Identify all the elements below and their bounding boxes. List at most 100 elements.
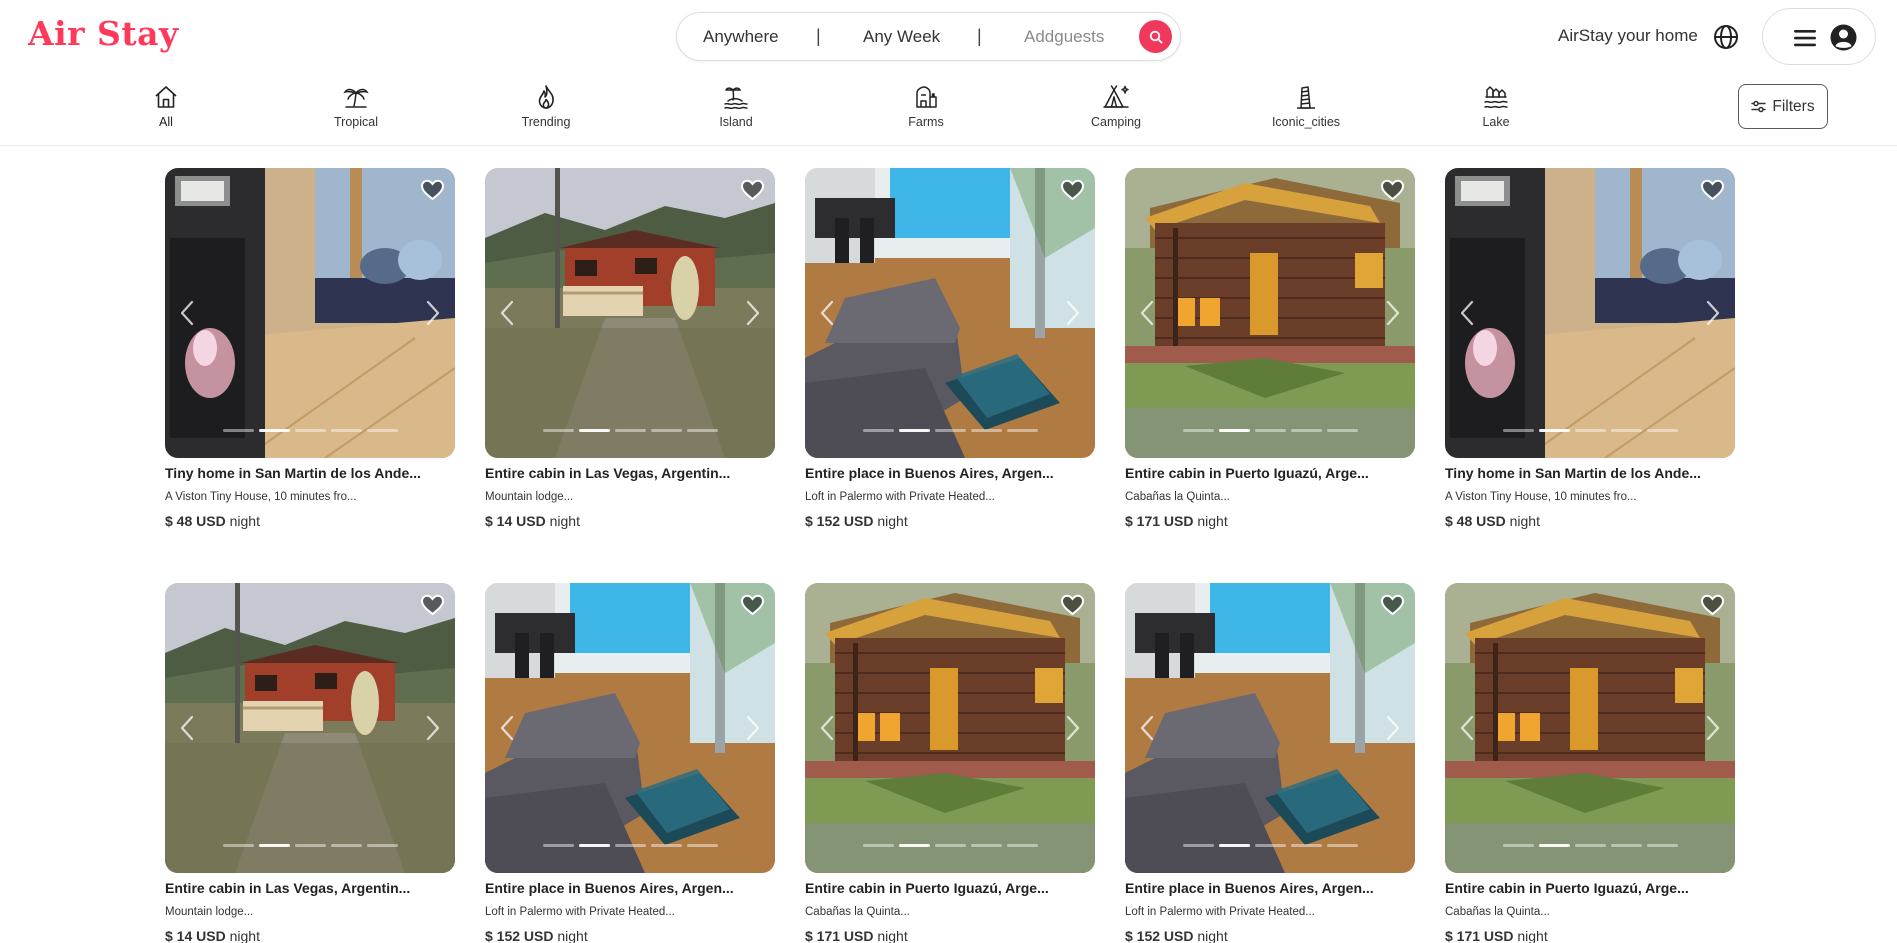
carousel-dot[interactable] <box>1646 844 1678 847</box>
carousel-dot[interactable] <box>258 429 290 432</box>
chevron-right-icon[interactable] <box>743 299 763 327</box>
carousel-dot[interactable] <box>330 844 362 847</box>
carousel-dot[interactable] <box>1538 844 1570 847</box>
heart-icon[interactable] <box>1380 593 1405 617</box>
category-camping[interactable]: Camping <box>1061 84 1171 129</box>
listing-photo[interactable] <box>485 583 775 873</box>
category-tropical[interactable]: Tropical <box>301 84 411 129</box>
listing-card[interactable]: Entire cabin in Puerto Iguazú, Arge... C… <box>1125 168 1415 529</box>
search-button[interactable] <box>1139 20 1172 53</box>
listing-card[interactable]: Entire cabin in Las Vegas, Argentin... M… <box>165 583 455 943</box>
carousel-dot[interactable] <box>650 844 682 847</box>
airstay-logo[interactable]: Air Stay <box>28 14 179 53</box>
carousel-dot[interactable] <box>222 429 254 432</box>
listing-title[interactable]: Entire cabin in Puerto Iguazú, Arge... <box>1125 465 1415 481</box>
chevron-left-icon[interactable] <box>497 299 517 327</box>
listing-photo[interactable] <box>1125 168 1415 458</box>
carousel-dot[interactable] <box>1254 429 1286 432</box>
chevron-left-icon[interactable] <box>1137 714 1157 742</box>
carousel-dot[interactable] <box>898 844 930 847</box>
carousel-dot[interactable] <box>1182 844 1214 847</box>
search-when[interactable]: Any Week <box>863 27 940 47</box>
chevron-right-icon[interactable] <box>1703 714 1723 742</box>
listing-photo[interactable] <box>1125 583 1415 873</box>
carousel-dot[interactable] <box>542 844 574 847</box>
carousel-dot[interactable] <box>934 844 966 847</box>
heart-icon[interactable] <box>1700 178 1725 202</box>
carousel-dot[interactable] <box>366 429 398 432</box>
carousel-dot[interactable] <box>650 429 682 432</box>
carousel-dot[interactable] <box>970 844 1002 847</box>
carousel-dot[interactable] <box>1610 429 1642 432</box>
carousel-dot[interactable] <box>1646 429 1678 432</box>
search-bar[interactable]: Anywhere | Any Week | Addguests <box>676 12 1181 61</box>
user-menu-button[interactable] <box>1762 8 1876 65</box>
listing-card[interactable]: Entire cabin in Puerto Iguazú, Arge... C… <box>1445 583 1735 943</box>
listing-card[interactable]: Entire place in Buenos Aires, Argen... L… <box>805 168 1095 529</box>
search-where[interactable]: Anywhere <box>703 27 779 47</box>
listing-title[interactable]: Tiny home in San Martin de los Ande... <box>165 465 455 481</box>
carousel-dot[interactable] <box>258 844 290 847</box>
carousel-dot[interactable] <box>862 844 894 847</box>
globe-icon[interactable] <box>1713 24 1739 50</box>
carousel-dot[interactable] <box>294 844 326 847</box>
heart-icon[interactable] <box>1700 593 1725 617</box>
chevron-right-icon[interactable] <box>1063 714 1083 742</box>
chevron-right-icon[interactable] <box>1703 299 1723 327</box>
carousel-dot[interactable] <box>1574 429 1606 432</box>
carousel-dot[interactable] <box>366 844 398 847</box>
category-all[interactable]: All <box>111 84 221 129</box>
filters-button[interactable]: Filters <box>1738 84 1828 129</box>
heart-icon[interactable] <box>420 593 445 617</box>
heart-icon[interactable] <box>740 593 765 617</box>
carousel-dot[interactable] <box>578 844 610 847</box>
carousel-dot[interactable] <box>686 844 718 847</box>
listing-photo[interactable] <box>805 583 1095 873</box>
listing-card[interactable]: Entire cabin in Las Vegas, Argentin... M… <box>485 168 775 529</box>
listing-title[interactable]: Entire cabin in Las Vegas, Argentin... <box>165 880 455 896</box>
listing-card[interactable]: Tiny home in San Martin de los Ande... A… <box>165 168 455 529</box>
category-farms[interactable]: Farms <box>871 84 981 129</box>
listing-photo[interactable] <box>1445 583 1735 873</box>
listing-title[interactable]: Entire place in Buenos Aires, Argen... <box>485 880 775 896</box>
chevron-left-icon[interactable] <box>177 299 197 327</box>
listing-title[interactable]: Entire cabin in Puerto Iguazú, Arge... <box>1445 880 1735 896</box>
chevron-left-icon[interactable] <box>817 299 837 327</box>
carousel-dot[interactable] <box>898 429 930 432</box>
carousel-dot[interactable] <box>1290 844 1322 847</box>
listing-photo[interactable] <box>1445 168 1735 458</box>
listing-photo[interactable] <box>485 168 775 458</box>
listing-title[interactable]: Entire cabin in Puerto Iguazú, Arge... <box>805 880 1095 896</box>
heart-icon[interactable] <box>1060 178 1085 202</box>
carousel-dot[interactable] <box>1574 844 1606 847</box>
chevron-right-icon[interactable] <box>1063 299 1083 327</box>
chevron-right-icon[interactable] <box>1383 299 1403 327</box>
listing-title[interactable]: Entire cabin in Las Vegas, Argentin... <box>485 465 775 481</box>
search-guests[interactable]: Addguests <box>1024 27 1104 47</box>
chevron-left-icon[interactable] <box>1457 299 1477 327</box>
carousel-dot[interactable] <box>1290 429 1322 432</box>
listing-title[interactable]: Entire place in Buenos Aires, Argen... <box>805 465 1095 481</box>
carousel-dot[interactable] <box>1538 429 1570 432</box>
listing-card[interactable]: Entire cabin in Puerto Iguazú, Arge... C… <box>805 583 1095 943</box>
listing-photo[interactable] <box>805 168 1095 458</box>
carousel-dot[interactable] <box>1502 429 1534 432</box>
listing-photo[interactable] <box>165 583 455 873</box>
carousel-dot[interactable] <box>686 429 718 432</box>
listing-title[interactable]: Tiny home in San Martin de los Ande... <box>1445 465 1735 481</box>
carousel-dot[interactable] <box>614 429 646 432</box>
listing-title[interactable]: Entire place in Buenos Aires, Argen... <box>1125 880 1415 896</box>
heart-icon[interactable] <box>420 178 445 202</box>
chevron-left-icon[interactable] <box>497 714 517 742</box>
carousel-dot[interactable] <box>1006 844 1038 847</box>
chevron-left-icon[interactable] <box>177 714 197 742</box>
heart-icon[interactable] <box>1060 593 1085 617</box>
chevron-left-icon[interactable] <box>1457 714 1477 742</box>
heart-icon[interactable] <box>1380 178 1405 202</box>
carousel-dot[interactable] <box>1254 844 1286 847</box>
carousel-dot[interactable] <box>862 429 894 432</box>
carousel-dot[interactable] <box>1218 429 1250 432</box>
carousel-dot[interactable] <box>970 429 1002 432</box>
listing-card[interactable]: Tiny home in San Martin de los Ande... A… <box>1445 168 1735 529</box>
host-your-home-link[interactable]: AirStay your home <box>1558 26 1698 46</box>
